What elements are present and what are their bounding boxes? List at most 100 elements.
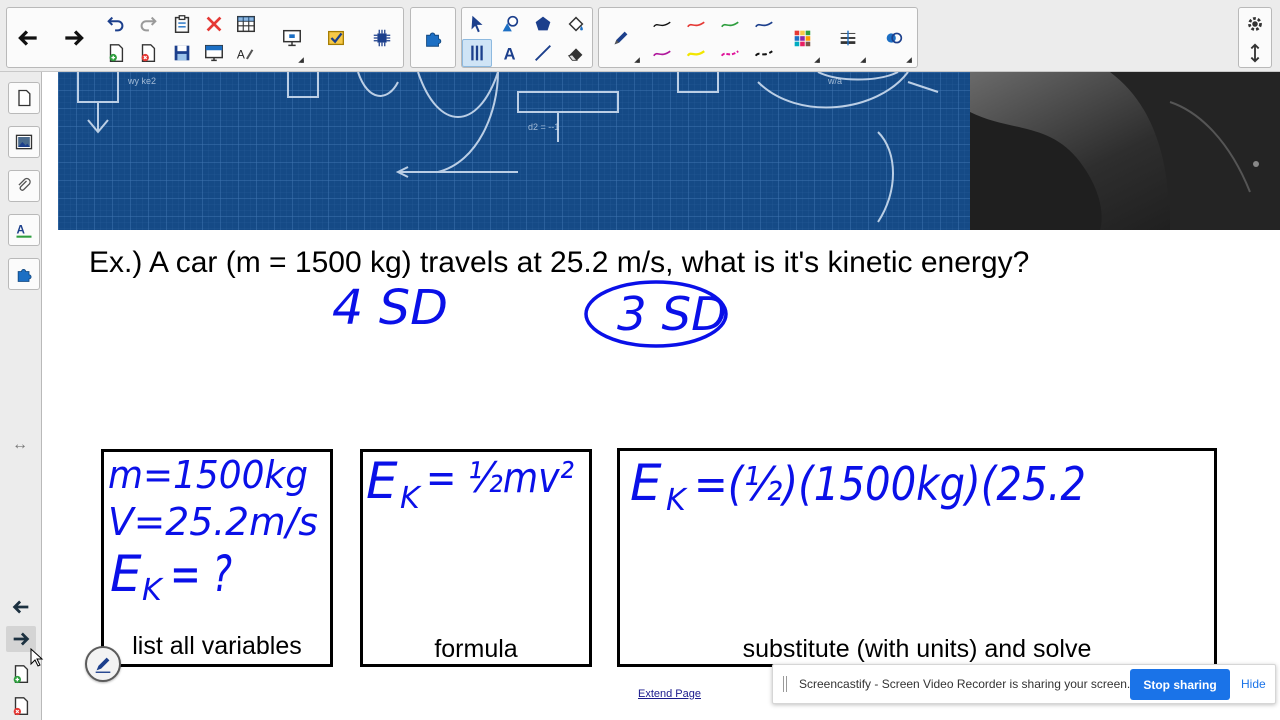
handwriting-recognition-button[interactable]: A [231,39,261,67]
delete-page-button[interactable] [133,39,163,67]
solve-panel-label: substitute (with units) and solve [742,635,1092,663]
line-properties-button[interactable] [833,24,863,52]
color-palette-button[interactable] [787,24,817,52]
fill-properties-dropdown-caret[interactable] [906,57,912,63]
response-button[interactable] [321,24,351,52]
shapes-tool[interactable] [495,10,525,38]
extend-page-link[interactable]: Extend Page [638,688,701,700]
question-text[interactable]: Ex.) A car (m = 1500 kg) travels at 25.2… [89,246,1029,280]
pen-preset-black-dashed[interactable] [749,39,779,67]
pen-preset-yellow[interactable] [681,39,711,67]
delete-x-icon [206,16,222,32]
sidebar-previous-page-button[interactable] [9,596,33,623]
monitor-icon [283,29,301,47]
paint-bucket-icon [568,16,584,32]
addons-tab[interactable] [8,258,40,290]
fill-properties-button[interactable] [879,24,909,52]
arrow-left-icon [12,600,29,614]
redo-icon [140,16,157,32]
pen-preset-pink-dashed[interactable] [715,39,745,67]
paperclip-icon [18,177,31,191]
picture-icon [15,134,33,150]
variables-panel-label: list all variables [132,632,302,660]
pen-preset-black[interactable] [647,10,677,38]
text-tool[interactable]: A [495,39,525,67]
add-on-button[interactable] [367,24,397,52]
screen-shade-button[interactable] [199,39,229,67]
text-pen-tool[interactable] [462,39,492,67]
display-button[interactable] [277,24,307,52]
diagonal-line-icon [535,45,551,61]
gear-icon [1248,17,1262,31]
svg-text:A: A [237,48,245,62]
sidebar-add-page-button[interactable] [10,662,32,691]
pen-preset-magenta[interactable] [647,39,677,67]
select-tool[interactable] [462,10,492,38]
clipboard-icon [174,15,190,33]
arrow-right-icon [65,30,84,46]
display-dropdown-caret[interactable] [298,57,304,63]
stroke-red-icon [687,21,705,28]
gallery-addon-button[interactable] [418,24,448,52]
pen-tool[interactable] [606,24,636,52]
solve-panel[interactable]: substitute (with units) and solve [617,448,1217,667]
resize-sidebar-handle[interactable]: ↔ [12,436,28,454]
screen-sharing-notification: Screencastify - Screen Video Recorder is… [772,664,1276,704]
line-width-icon [840,30,856,46]
color-dropdown-caret[interactable] [814,57,820,63]
pen-preset-red[interactable] [681,10,711,38]
add-page-button[interactable] [101,39,131,67]
toolbar-group-pens [598,7,918,68]
formula-panel[interactable]: formula [360,449,592,667]
properties-icon: A [16,223,32,238]
hide-notification-button[interactable]: Hide [1241,677,1266,691]
table-icon [237,15,255,33]
line-tool[interactable] [528,39,558,67]
paste-button[interactable] [167,10,197,38]
page-sorter-tab[interactable] [8,82,40,114]
regular-polygon-tool[interactable] [528,10,558,38]
arrow-right-icon [13,632,30,646]
arrow-left-icon [18,30,37,46]
redo-button[interactable] [133,10,163,38]
save-button[interactable] [167,39,197,67]
svg-text:wy ke2: wy ke2 [127,76,156,86]
floating-pen-button[interactable] [85,646,121,682]
stop-sharing-button[interactable]: Stop sharing [1130,669,1230,700]
sidebar-delete-page-button[interactable] [10,694,32,720]
stroke-green-icon [721,21,739,28]
delete-button[interactable] [199,10,229,38]
fill-tool[interactable] [561,10,591,38]
previous-page-button[interactable] [13,24,43,52]
add-page-icon [13,665,29,684]
smart-notebook-window: A A A ↔ wy ke2 d2 = --1 w/a Ex.) A car (… [0,0,1280,720]
portrait-photo [970,72,1280,230]
up-down-arrow-icon [1250,43,1260,63]
svg-text:d2 = --1: d2 = --1 [528,122,559,132]
settings-button[interactable] [1240,10,1270,38]
side-tab-bar: A ↔ [0,72,42,720]
pen-preset-blue[interactable] [749,10,779,38]
table-button[interactable] [231,10,261,38]
undo-button[interactable] [101,10,131,38]
move-toolbar-button[interactable] [1240,39,1270,67]
next-page-button[interactable] [59,24,89,52]
whiteboard-canvas[interactable]: wy ke2 d2 = --1 w/a Ex.) A car (m = 1500… [42,72,1280,720]
pen-icon [95,657,111,673]
pen-type-dropdown-caret[interactable] [634,57,640,63]
variables-panel[interactable]: list all variables [101,449,333,667]
attachments-tab[interactable] [8,170,40,202]
sharing-message: Screencastify - Screen Video Recorder is… [799,677,1131,691]
svg-text:w/a: w/a [827,76,842,86]
svg-text:A: A [504,45,516,63]
pen-preset-green[interactable] [715,10,745,38]
toolbar-group-settings [1238,7,1272,68]
line-properties-dropdown-caret[interactable] [860,57,866,63]
properties-tab[interactable]: A [8,214,40,246]
toolbar-group-tools: A [461,7,593,68]
svg-text:A: A [17,223,26,236]
drag-handle-icon[interactable] [783,676,787,692]
gallery-tab[interactable] [8,126,40,158]
stroke-yellow-icon [686,50,705,57]
eraser-tool[interactable] [561,39,591,67]
